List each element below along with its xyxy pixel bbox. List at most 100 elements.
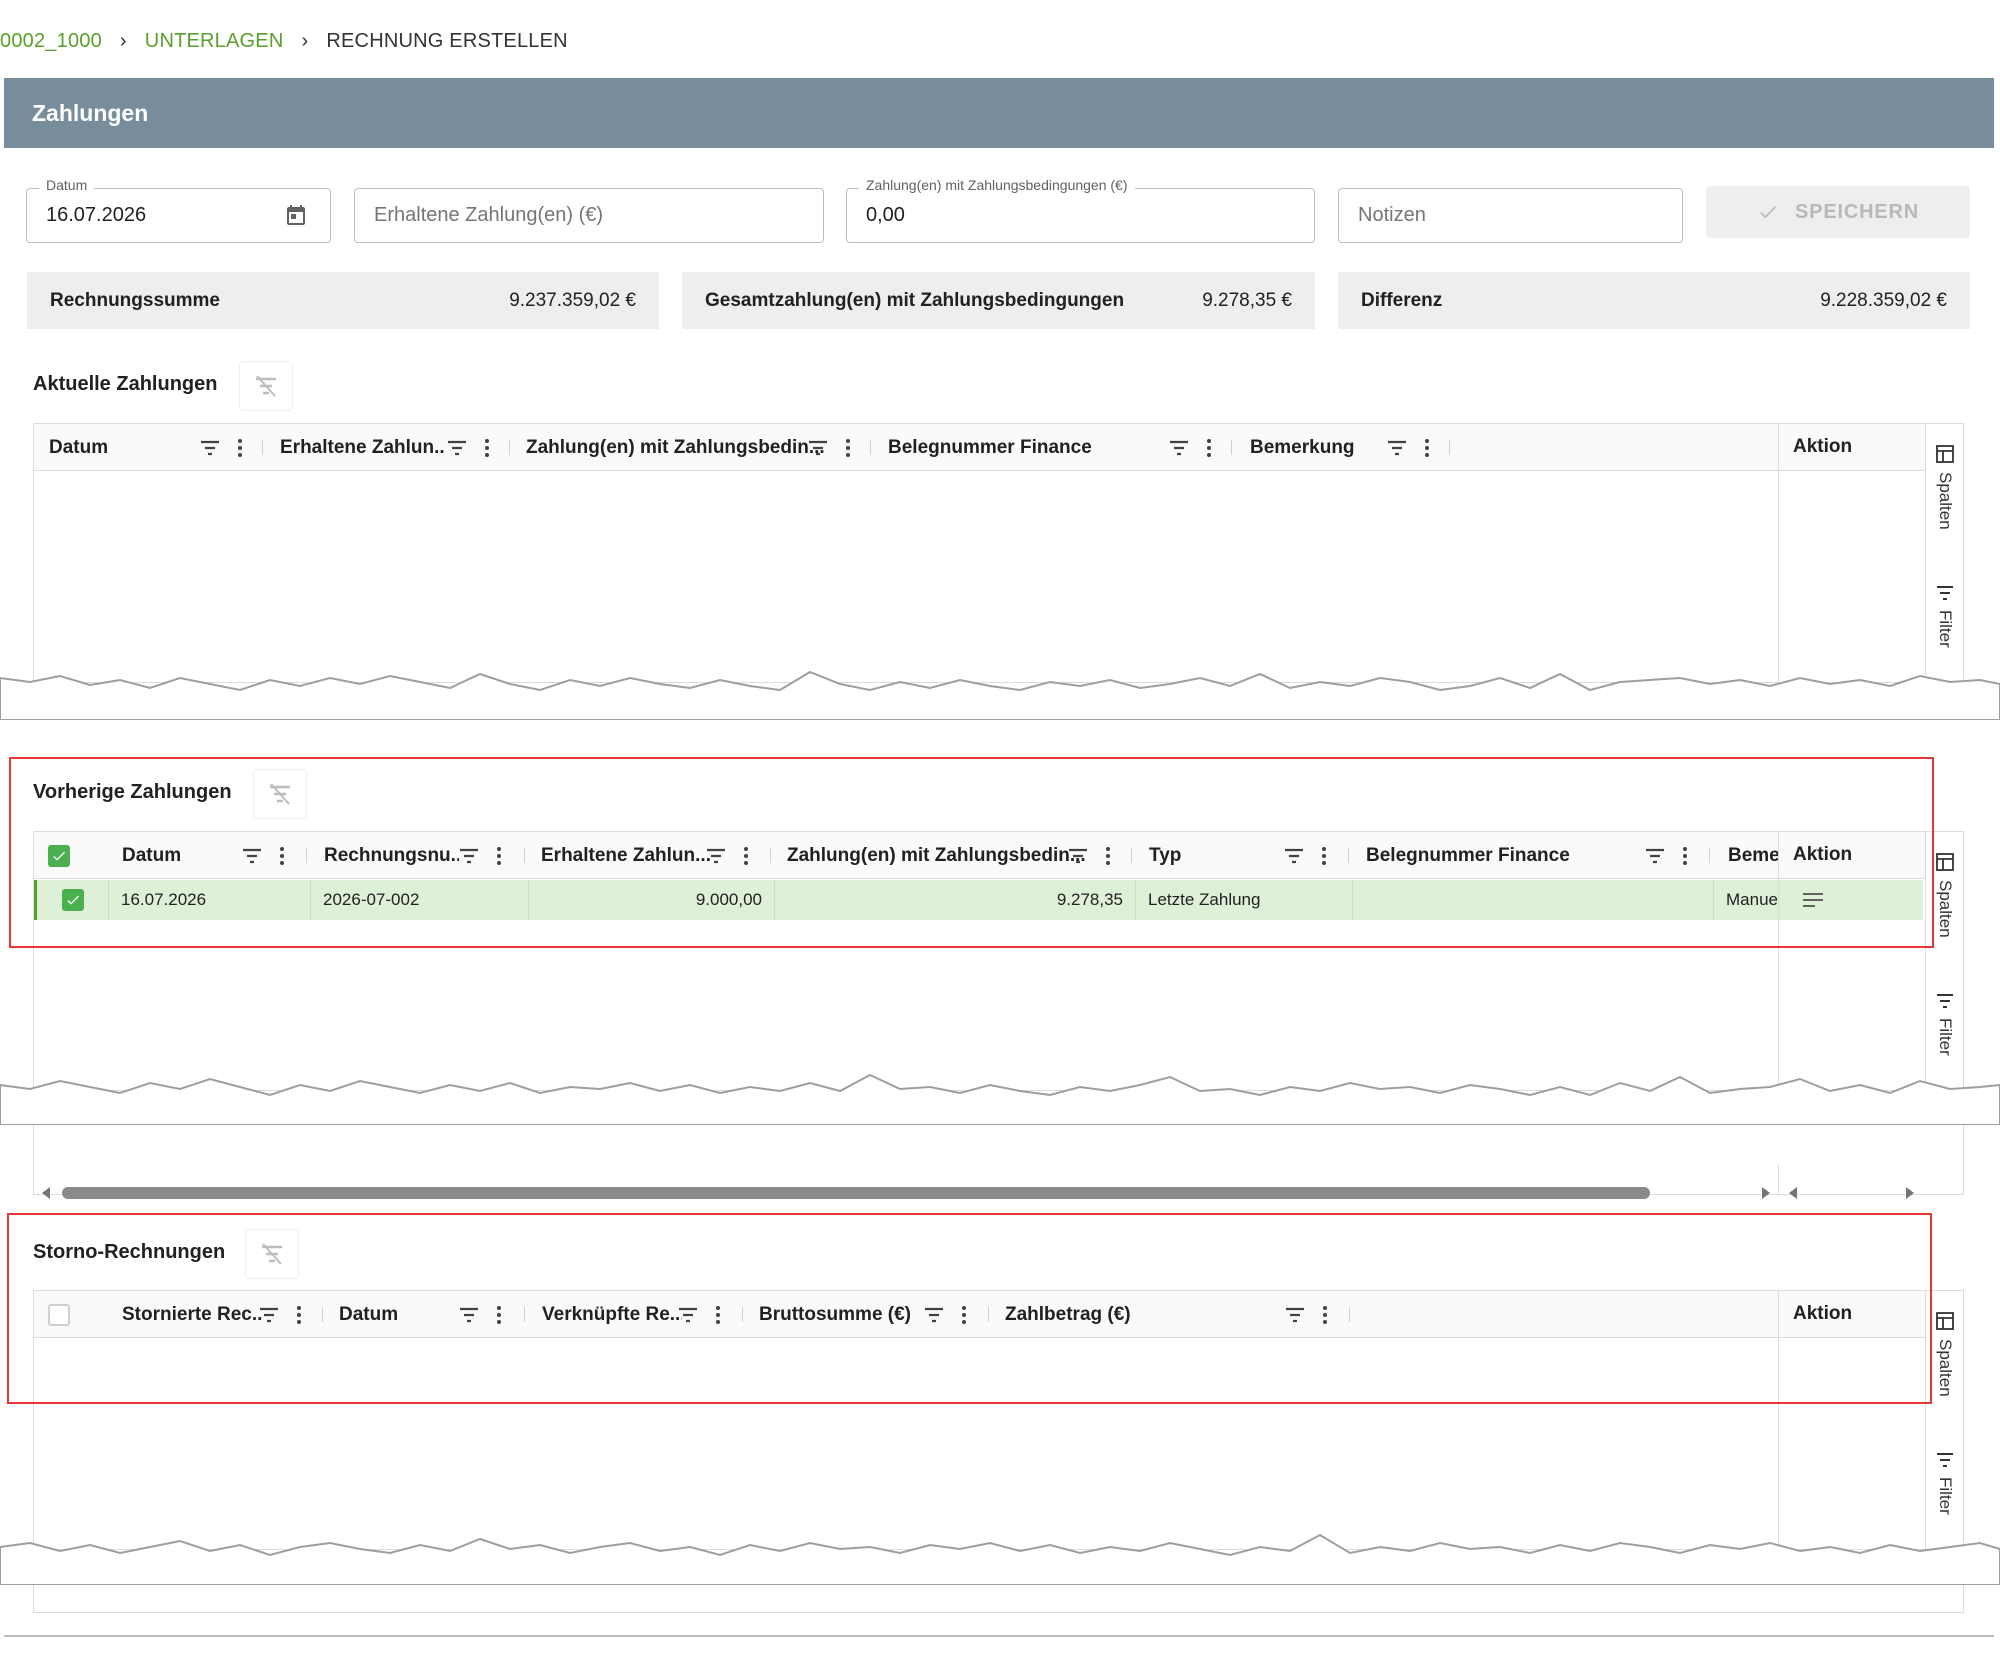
row-select-cell <box>37 880 109 920</box>
column-separator[interactable] <box>524 1307 525 1322</box>
columns-tab[interactable]: Spalten <box>1926 1311 1963 1397</box>
column-header-received[interactable]: Erhaltene Zahlun... <box>541 832 716 879</box>
filter-icon[interactable] <box>446 439 468 457</box>
scroll-left-icon[interactable] <box>1789 1187 1799 1199</box>
more-vert-icon[interactable] <box>1674 845 1696 867</box>
more-vert-icon[interactable] <box>1314 1304 1336 1326</box>
column-separator[interactable] <box>1231 440 1232 455</box>
filter-icon[interactable] <box>677 1306 699 1324</box>
more-vert-icon[interactable] <box>288 1304 310 1326</box>
clear-filter-button[interactable] <box>239 361 293 411</box>
table-row[interactable]: 16.07.2026 2026-07-002 9.000,00 9.278,35… <box>34 880 1778 920</box>
column-header-remark[interactable]: Beme <box>1728 832 1778 879</box>
column-header-payment-amount[interactable]: Zahlbetrag (€) <box>1005 1291 1205 1338</box>
filter-icon[interactable] <box>1386 439 1408 457</box>
clear-filter-button[interactable] <box>245 1229 299 1279</box>
filter-icon[interactable] <box>458 847 480 865</box>
column-separator[interactable] <box>509 440 510 455</box>
select-all-checkbox[interactable] <box>48 1303 70 1326</box>
column-header-date[interactable]: Datum <box>339 1291 439 1338</box>
column-separator[interactable] <box>988 1307 989 1322</box>
column-header-date[interactable]: Datum <box>122 832 222 879</box>
column-separator[interactable] <box>1709 848 1710 863</box>
received-payment-input[interactable]: Erhaltene Zahlung(en) (€) <box>354 188 824 243</box>
filter-icon[interactable] <box>1067 847 1089 865</box>
more-vert-icon[interactable] <box>1198 437 1220 459</box>
more-vert-icon[interactable] <box>953 1304 975 1326</box>
column-separator[interactable] <box>1131 848 1132 863</box>
column-separator[interactable] <box>1348 848 1349 863</box>
filter-icon[interactable] <box>258 1306 280 1324</box>
filter-icon[interactable] <box>807 439 829 457</box>
more-vert-icon[interactable] <box>476 437 498 459</box>
filter-icon[interactable] <box>199 439 221 457</box>
column-header-date[interactable]: Datum <box>49 424 189 471</box>
column-header-cancelled-invoice[interactable]: Stornierte Rec... <box>122 1291 262 1338</box>
date-field[interactable]: Datum 16.07.2026 <box>26 177 331 243</box>
filter-icon[interactable] <box>705 847 727 865</box>
column-header-payment-terms[interactable]: Zahlung(en) mit Zahlungsbedin... <box>787 832 1087 879</box>
more-vert-icon[interactable] <box>1313 845 1335 867</box>
column-tools <box>1067 832 1119 879</box>
column-header-received[interactable]: Erhaltene Zahlun... <box>280 424 445 471</box>
filter-icon[interactable] <box>1168 439 1190 457</box>
save-button[interactable]: SPEICHERN <box>1706 186 1970 238</box>
cell-invoice-number: 2026-07-002 <box>311 880 529 920</box>
columns-tab[interactable]: Spalten <box>1926 444 1963 530</box>
filter-icon[interactable] <box>1644 847 1666 865</box>
row-checkbox[interactable] <box>61 889 84 911</box>
column-separator[interactable] <box>1349 1307 1350 1322</box>
payment-terms-input[interactable]: Zahlung(en) mit Zahlungsbedingungen (€) … <box>846 177 1315 243</box>
column-header-payment-terms[interactable]: Zahlung(en) mit Zahlungsbedin... <box>526 424 826 471</box>
more-vert-icon[interactable] <box>488 845 510 867</box>
grid-header: Datum Rechnungsnu... Erhaltene Zahlun...… <box>34 832 1963 879</box>
column-separator[interactable] <box>262 440 263 455</box>
column-separator[interactable] <box>870 440 871 455</box>
select-all-checkbox[interactable] <box>48 844 70 867</box>
columns-tab[interactable]: Spalten <box>1926 852 1963 938</box>
filter-icon[interactable] <box>923 1306 945 1324</box>
more-vert-icon[interactable] <box>229 437 251 459</box>
column-header-remark[interactable]: Bemerkung <box>1250 424 1390 471</box>
more-vert-icon[interactable] <box>837 437 859 459</box>
scroll-thumb[interactable] <box>62 1187 1650 1199</box>
more-vert-icon[interactable] <box>1097 845 1119 867</box>
horizontal-scrollbar[interactable] <box>34 1181 1778 1205</box>
storno-invoices-title: Storno-Rechnungen <box>33 1241 226 1263</box>
column-header-finance-number[interactable]: Belegnummer Finance <box>888 424 1168 471</box>
column-header-gross-sum[interactable]: Bruttosumme (€) <box>759 1291 929 1338</box>
scroll-right-icon[interactable] <box>1904 1187 1914 1199</box>
column-header-finance-number[interactable]: Belegnummer Finance <box>1366 832 1626 879</box>
filter-icon[interactable] <box>458 1306 480 1324</box>
column-tools <box>458 1291 510 1338</box>
menu-icon[interactable] <box>1801 890 1825 910</box>
scroll-right-icon[interactable] <box>1760 1187 1770 1199</box>
clear-filter-button[interactable] <box>253 769 307 819</box>
more-vert-icon[interactable] <box>707 1304 729 1326</box>
more-vert-icon[interactable] <box>271 845 293 867</box>
more-vert-icon[interactable] <box>488 1304 510 1326</box>
column-separator[interactable] <box>742 1307 743 1322</box>
more-vert-icon[interactable] <box>735 845 757 867</box>
column-separator[interactable] <box>1449 440 1450 455</box>
column-separator[interactable] <box>322 1307 323 1322</box>
column-header-type[interactable]: Typ <box>1149 832 1269 879</box>
column-separator[interactable] <box>770 848 771 863</box>
filter-icon[interactable] <box>1284 1306 1306 1324</box>
filter-tab[interactable]: Filter <box>1926 992 1963 1056</box>
column-separator[interactable] <box>524 848 525 863</box>
calendar-icon[interactable] <box>284 203 308 227</box>
breadcrumb-project-link[interactable]: 0002_1000 <box>0 30 102 53</box>
filter-tab[interactable]: Filter <box>1926 584 1963 648</box>
notes-input[interactable]: Notizen <box>1338 188 1683 243</box>
breadcrumb-documents-link[interactable]: UNTERLAGEN <box>145 30 284 53</box>
more-vert-icon[interactable] <box>1416 437 1438 459</box>
filter-tab[interactable]: Filter <box>1926 1451 1963 1515</box>
check-icon <box>66 895 79 905</box>
scroll-left-icon[interactable] <box>42 1187 52 1199</box>
filter-icon[interactable] <box>1283 847 1305 865</box>
column-separator[interactable] <box>306 848 307 863</box>
column-header-invoice-number[interactable]: Rechnungsnu... <box>324 832 459 879</box>
column-header-linked-invoice[interactable]: Verknüpfte Re... <box>542 1291 682 1338</box>
filter-icon[interactable] <box>241 847 263 865</box>
